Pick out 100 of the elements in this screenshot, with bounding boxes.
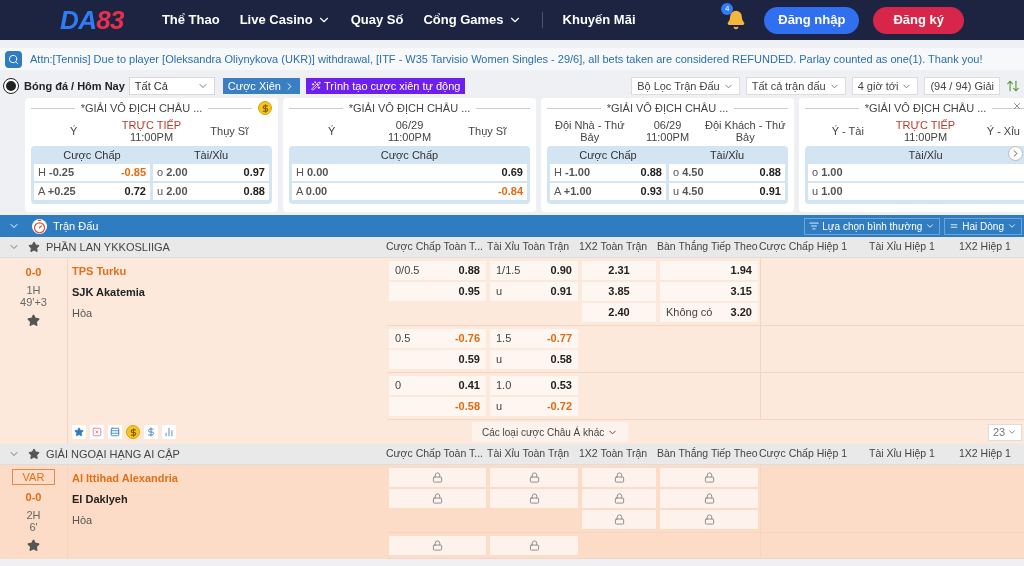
column-header: 1X2 Hiệp 1: [958, 446, 1011, 462]
odds-cell[interactable]: 0/0.5 0.88: [389, 261, 486, 280]
match-card[interactable]: *GIẢI VÔ ĐỊCH CHÂU ... Ý TRỰC TIẾP 11:00PM Thụy Sĩ Cược Chấp H -0.25 -0.85 A +0.25 0.72 Tài/Xỉu o 2.00 0.97 u 2.00 0.88: [25, 98, 278, 212]
odds-cell[interactable]: 0.59: [389, 350, 486, 369]
match-period: 2H: [26, 508, 41, 521]
odds-cell[interactable]: 3.85: [582, 282, 656, 301]
draw-label: Hòa: [72, 306, 93, 321]
odds-cell[interactable]: 1.5 -0.77: [490, 329, 578, 348]
odds-cell[interactable]: 1.0 0.53: [490, 376, 578, 395]
league-name: GIẢI NGOẠI HẠNG AI CẬP: [46, 446, 181, 462]
nav-item[interactable]: Cổng Games: [423, 10, 522, 30]
view-option[interactable]: Lựa chọn bình thường: [804, 217, 941, 235]
odds-row[interactable]: o 2.00 0.97: [153, 164, 269, 181]
list-icon[interactable]: [108, 425, 122, 439]
column-header: 1X2 Toàn Trận: [578, 446, 648, 462]
match-card[interactable]: *GIẢI VÔ ĐỊCH CHÂU ... Đội Nhà - Thứ Bảy 06/29 11:00PM Đội Khách - Thứ Bảy Cược Chấp H -1.00 0.88 A +1.00 0.93 Tài/Xỉu o 4.50 0.88 u 4.50 0.91: [541, 98, 794, 212]
odds-row[interactable]: u 1.00: [808, 183, 1024, 200]
odds-cell[interactable]: u 0.58: [490, 350, 578, 369]
home-team: Đội Nhà - Thứ Bảy: [554, 119, 626, 143]
match-time: 11:00PM: [645, 131, 690, 143]
odds-cell[interactable]: 0.5 -0.76: [389, 329, 486, 348]
register-button[interactable]: Đăng ký: [873, 6, 964, 34]
odds-row[interactable]: A +0.25 0.72: [34, 183, 150, 200]
column-header: Cược Chấp Toàn T...: [385, 239, 483, 255]
search-icon: [8, 53, 19, 65]
market-title: Cược Chấp: [63, 148, 121, 163]
count-select[interactable]: 23: [988, 423, 1022, 441]
filter-select[interactable]: Tất Cả: [128, 77, 215, 95]
home-team: Ý: [69, 125, 79, 137]
odds-row[interactable]: u 4.50 0.91: [669, 183, 785, 200]
odds-cell[interactable]: 1.94: [660, 261, 758, 280]
match-clock: 49'+3: [20, 295, 47, 308]
card-title: *GIẢI VÔ ĐỊCH CHÂU ...: [348, 100, 471, 116]
odds-cell[interactable]: 2.31: [582, 261, 656, 280]
timer-icon: [32, 218, 47, 234]
odds-row[interactable]: H -0.25 -0.85: [34, 164, 150, 181]
bell-icon[interactable]: [726, 10, 747, 30]
filter-dropdown[interactable]: Bộ Lọc Trận Đấu: [631, 77, 740, 95]
odds-row[interactable]: H -1.00 0.88: [550, 164, 666, 181]
odds-row[interactable]: u 2.00 0.88: [153, 183, 269, 200]
parlay-button[interactable]: Cược Xiên: [222, 78, 300, 94]
search-button[interactable]: [5, 50, 22, 68]
match-card[interactable]: *GIẢI VÔ ĐỊCH CHÂU ... Ý - Tài TRỰC TIẾP 11:00PM Ý - Xỉu Tài/Xỉu o 1.00 u 1.00: [799, 98, 1024, 212]
caret-icon: [1007, 221, 1017, 231]
caret-icon: [925, 221, 936, 231]
odds-cell[interactable]: 0 0.41: [389, 376, 486, 395]
odds-row[interactable]: o 4.50 0.88: [669, 164, 785, 181]
column-header: Tài Xỉu Toàn Trận: [486, 446, 570, 462]
logo[interactable]: DA83: [60, 7, 124, 33]
wand-icon: [310, 81, 321, 91]
away-team: Đội Khách - Thứ Bảy: [704, 119, 787, 143]
score: 0-0: [25, 265, 42, 280]
home-team: Ý - Tài: [830, 125, 865, 137]
dollar-icon[interactable]: [144, 425, 158, 439]
star-icon[interactable]: [27, 538, 40, 552]
away-team: Thụy Sĩ: [209, 125, 250, 137]
match-card[interactable]: *GIẢI VÔ ĐỊCH CHÂU ... Ý 06/29 11:00PM Thụy Sĩ Cược Chấp H 0.00 0.69 A 0.00 -0.84: [283, 98, 536, 212]
nav-item[interactable]: Khuyến Mãi: [562, 10, 636, 30]
odds-row[interactable]: o 1.00: [808, 164, 1024, 181]
odds-cell[interactable]: u 0.91: [490, 282, 578, 301]
odds-cell[interactable]: Không có 3.20: [660, 303, 758, 322]
sort-icon[interactable]: [1006, 79, 1020, 93]
home-team: TPS Turku: [72, 264, 127, 279]
odds-row[interactable]: A +1.00 0.93: [550, 183, 666, 200]
filter-dropdown[interactable]: Tất cả trận đấu: [745, 77, 846, 95]
filter-icon: [809, 221, 820, 231]
away-team: SJK Akatemia: [72, 285, 145, 300]
away-team: Ý - Xỉu: [985, 125, 1021, 137]
match-status: 06/29: [395, 119, 424, 131]
odds-cell[interactable]: 0.95: [389, 282, 486, 301]
notification-badge: 4: [721, 3, 734, 15]
odds-cell[interactable]: 3.15: [660, 282, 758, 301]
odds-row[interactable]: H 0.00 0.69: [292, 164, 527, 181]
more-bets-tab[interactable]: Các loại cược Châu Á khác: [472, 422, 629, 442]
odds-cell[interactable]: u -0.72: [490, 397, 578, 416]
nav-item[interactable]: Quay Số: [350, 10, 404, 30]
star-icon[interactable]: [27, 313, 40, 327]
nav-item[interactable]: Thể Thao: [161, 10, 220, 30]
odds-row[interactable]: A 0.00 -0.84: [292, 183, 527, 200]
login-button[interactable]: Đăng nhập: [764, 6, 860, 34]
score: 0-0: [25, 490, 42, 505]
nav-item[interactable]: Live Casino: [239, 10, 331, 30]
odds-cell[interactable]: 2.40: [582, 303, 656, 322]
star-icon[interactable]: [28, 241, 40, 253]
market-title: Cược Chấp: [380, 148, 439, 163]
match-time: 11:00PM: [129, 131, 174, 143]
league-count: (94 / 94) Giải: [924, 77, 1000, 95]
star-icon[interactable]: [72, 425, 86, 439]
match-status: TRỰC TIẾP: [895, 119, 956, 131]
filter-dropdown[interactable]: 4 giờ tới: [851, 77, 919, 95]
column-header: Tài Xỉu Toàn Trận: [486, 239, 570, 255]
draw-label: Hòa: [72, 513, 93, 528]
close-icon[interactable]: [1012, 101, 1022, 111]
home-team: Al Ittihad Alexandria: [72, 471, 178, 486]
league-name: PHẦN LAN YKKOSLIIGA: [46, 239, 171, 255]
parlay-builder-button[interactable]: Trình tạo cược xiên tự động: [305, 78, 466, 94]
odds-cell[interactable]: 1/1.5 0.90: [490, 261, 578, 280]
view-option[interactable]: Hai Dòng: [944, 217, 1022, 235]
star-icon[interactable]: [28, 448, 40, 460]
caret-icon: [1007, 427, 1017, 437]
